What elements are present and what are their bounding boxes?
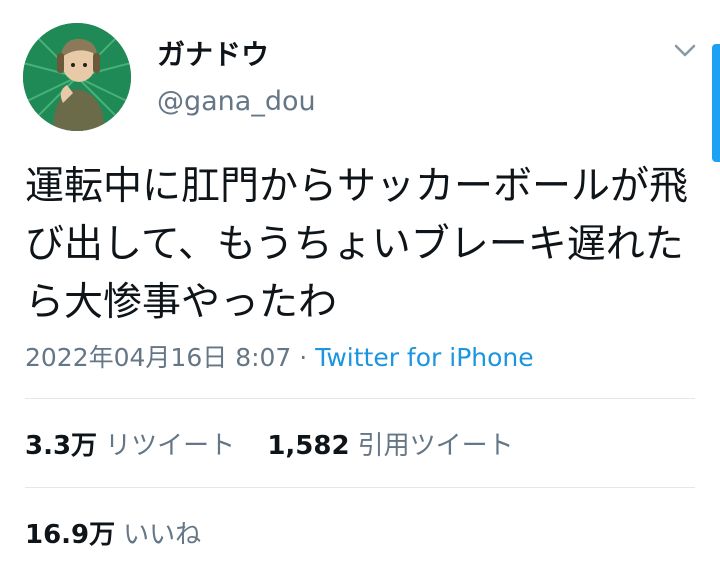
likes-count: 16.9万 (25, 520, 116, 550)
likes-stats: 16.9万 いいね (25, 514, 225, 551)
quote-tweets-count: 1,582 (267, 431, 350, 461)
retweets-stat[interactable]: 3.3万 リツイート (25, 425, 235, 462)
retweets-count: 3.3万 (25, 431, 98, 461)
likes-stat[interactable]: 16.9万 いいね (25, 514, 201, 551)
engagement-stats: 3.3万 リツイート 1,582 引用ツイート (25, 425, 538, 462)
tweet-source-link[interactable]: Twitter for iPhone (315, 343, 533, 372)
chevron-down-icon[interactable] (672, 40, 698, 60)
tweet-text: 運転中に肛門からサッカーボールが飛び出して、もうちょいブレーキ遅れたら大惨事やっ… (25, 164, 689, 325)
avatar-image (23, 23, 131, 131)
tweet-timestamp[interactable]: 2022年04月16日 8:07 (25, 343, 291, 372)
avatar[interactable] (23, 23, 131, 131)
user-handle[interactable]: @gana_dou (157, 86, 316, 117)
tweet-meta: 2022年04月16日 8:07 · Twitter for iPhone (25, 338, 534, 374)
meta-separator: · (291, 343, 316, 372)
likes-label: いいね (123, 520, 202, 550)
divider (25, 398, 695, 399)
retweets-label: リツイート (105, 431, 236, 461)
divider (25, 487, 695, 488)
quote-tweets-stat[interactable]: 1,582 引用ツイート (267, 425, 513, 462)
quote-tweets-label: 引用ツイート (357, 431, 514, 461)
display-name[interactable]: ガナドウ (157, 33, 269, 73)
scrollbar[interactable] (712, 44, 720, 162)
